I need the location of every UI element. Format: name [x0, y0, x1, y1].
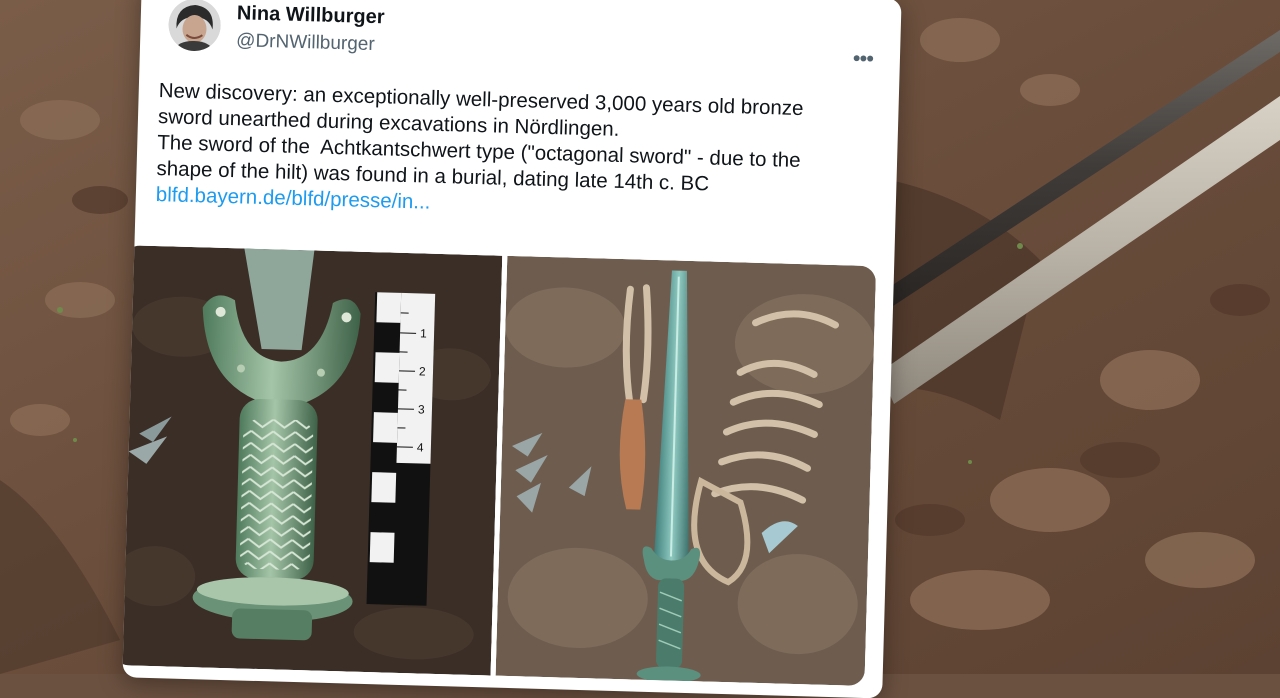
tweet-text: New discovery: an exceptionally well-pre… — [155, 78, 878, 228]
media-grid: 1 2 3 4 — [122, 245, 876, 686]
scale-label: 1 — [420, 326, 427, 340]
avatar[interactable] — [168, 0, 221, 52]
author-handle[interactable]: @DrNWillburger — [236, 30, 375, 56]
author-name[interactable]: Nina Willburger — [237, 2, 385, 29]
photo-sword-hilt[interactable]: 1 2 3 4 — [122, 245, 502, 675]
scale-label: 2 — [419, 364, 426, 378]
scale-label: 3 — [418, 402, 425, 416]
photo-sword-burial[interactable] — [496, 256, 877, 686]
tweet-card[interactable]: Nina Willburger @DrNWillburger ••• New d… — [122, 0, 901, 698]
scale-label: 4 — [417, 440, 424, 454]
more-dots-icon[interactable]: ••• — [848, 49, 879, 72]
